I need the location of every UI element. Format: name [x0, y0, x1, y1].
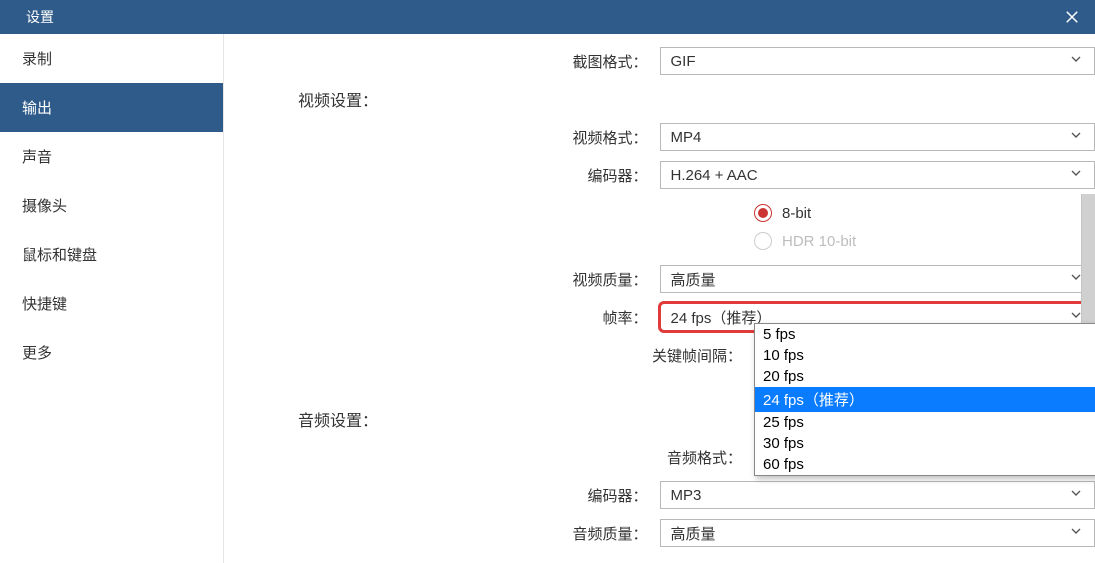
fps-dropdown[interactable]: 5 fps 10 fps 20 fps 24 fps（推荐） 25 fps 30…	[754, 323, 1095, 476]
fps-option-20[interactable]: 20 fps	[755, 366, 1095, 387]
sidebar-item-camera[interactable]: 摄像头	[0, 181, 223, 230]
main-panel: 截图格式： GIF 视频设置： 视频格式： MP4 编码器： H.264 + A…	[224, 34, 1095, 563]
keyframe-label: 关键帧间隔：	[224, 345, 754, 366]
window-title: 设置	[26, 7, 54, 27]
fps-option-60[interactable]: 60 fps	[755, 454, 1095, 475]
audio-encoder-select[interactable]: MP3	[660, 481, 1095, 509]
audio-quality-label: 音频质量：	[224, 523, 660, 544]
video-quality-select[interactable]: 高质量	[660, 265, 1095, 293]
video-encoder-label: 编码器：	[224, 165, 660, 186]
sidebar-item-output[interactable]: 输出	[0, 83, 223, 132]
close-icon	[1063, 8, 1081, 26]
radio-8bit[interactable]: 8-bit	[754, 204, 1095, 222]
video-format-select[interactable]: MP4	[660, 123, 1095, 151]
fps-option-5[interactable]: 5 fps	[755, 324, 1095, 345]
audio-section-label: 音频设置：	[224, 407, 754, 431]
close-button[interactable]	[1063, 8, 1081, 26]
audio-encoder-label: 编码器：	[224, 485, 660, 506]
audio-format-label: 音频格式：	[224, 447, 754, 468]
fps-option-24[interactable]: 24 fps（推荐）	[755, 387, 1095, 412]
sidebar-item-sound[interactable]: 声音	[0, 132, 223, 181]
audio-quality-select[interactable]: 高质量	[660, 519, 1095, 547]
chevron-down-icon	[1068, 165, 1084, 185]
video-section-label: 视频设置：	[224, 87, 754, 111]
radio-hdr-10bit: HDR 10-bit	[754, 232, 1095, 250]
screenshot-format-select[interactable]: GIF	[660, 47, 1095, 75]
screenshot-format-label: 截图格式：	[224, 51, 660, 72]
chevron-down-icon	[1068, 485, 1084, 505]
video-format-label: 视频格式：	[224, 127, 660, 148]
sidebar-item-more[interactable]: 更多	[0, 328, 223, 377]
sidebar-item-record[interactable]: 录制	[0, 34, 223, 83]
fps-label: 帧率：	[224, 307, 660, 328]
sidebar-item-mouse-keyboard[interactable]: 鼠标和键盘	[0, 230, 223, 279]
fps-option-10[interactable]: 10 fps	[755, 345, 1095, 366]
fps-option-30[interactable]: 30 fps	[755, 433, 1095, 454]
fps-option-25[interactable]: 25 fps	[755, 412, 1095, 433]
video-encoder-select[interactable]: H.264 + AAC	[660, 161, 1095, 189]
video-quality-label: 视频质量：	[224, 269, 660, 290]
chevron-down-icon	[1068, 127, 1084, 147]
chevron-down-icon	[1068, 51, 1084, 71]
sidebar: 录制 输出 声音 摄像头 鼠标和键盘 快捷键 更多	[0, 34, 224, 563]
chevron-down-icon	[1068, 523, 1084, 543]
sidebar-item-hotkeys[interactable]: 快捷键	[0, 279, 223, 328]
